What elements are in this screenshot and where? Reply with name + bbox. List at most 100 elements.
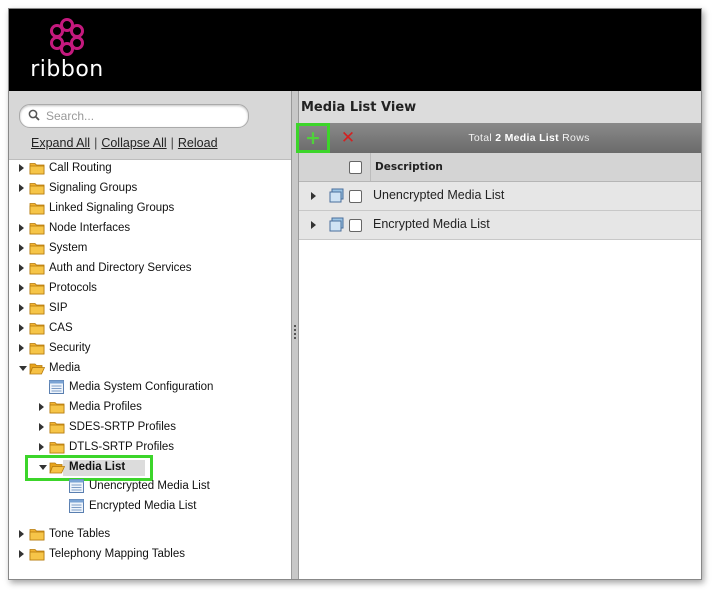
navigation-toolbar: Expand All|Collapse All|Reload [9,91,291,160]
splitter-grip-icon [294,325,296,341]
select-all-checkbox[interactable] [349,161,362,174]
row-checkbox[interactable] [349,219,362,232]
expand-all-link[interactable]: Expand All [31,136,90,150]
expand-arrow-icon[interactable] [19,164,24,172]
open-folder-icon [29,362,46,378]
total-suffix: Rows [562,132,590,144]
folder-icon [29,302,45,318]
expand-arrow-icon[interactable] [19,304,24,312]
expand-arrow-icon[interactable] [19,324,24,332]
tree-item-label: Signaling Groups [49,182,138,194]
folder-icon [29,222,45,238]
tree-item-system[interactable]: System [9,240,291,258]
expand-arrow-icon[interactable] [19,550,24,558]
tree-item-media[interactable]: Media [9,360,291,378]
panel-splitter[interactable] [291,91,299,579]
search-input[interactable] [44,107,244,125]
table-doc-icon [69,479,84,496]
tree-item-label: SIP [49,302,68,314]
tree-item-signaling-groups[interactable]: Signaling Groups [9,180,291,198]
tree-item-label: Node Interfaces [49,222,131,234]
expand-arrow-icon[interactable] [19,284,24,292]
link-separator: | [170,136,174,150]
tree-item-cas[interactable]: CAS [9,320,291,338]
column-header-description[interactable]: Description [375,161,443,173]
tree-item-unencrypted-media-list[interactable]: Unencrypted Media List [9,478,291,496]
tree-item-label: SDES-SRTP Profiles [69,421,176,433]
tree-item-label: CAS [49,322,73,334]
tree-item-node-interfaces[interactable]: Node Interfaces [9,220,291,238]
column-divider [370,153,371,181]
tree-item-label: Encrypted Media List [89,500,197,512]
search-icon [28,109,40,121]
folder-icon [29,162,45,178]
expand-arrow-icon[interactable] [19,244,24,252]
reload-link[interactable]: Reload [178,136,218,150]
tree-item-security[interactable]: Security [9,340,291,358]
expand-arrow-icon[interactable] [39,403,44,411]
folder-icon [29,282,45,298]
row-expand-icon[interactable] [311,192,316,200]
delete-button[interactable]: ✕ [337,127,359,149]
tree-item-label: Auth and Directory Services [49,262,192,274]
tree-item-auth-and-directory-services[interactable]: Auth and Directory Services [9,260,291,278]
tree-item-tone-tables[interactable]: Tone Tables [9,526,291,544]
collapse-all-link[interactable]: Collapse All [101,136,166,150]
tree-item-label: System [49,242,88,254]
folder-icon [29,262,45,278]
tree-item-label: DTLS-SRTP Profiles [69,441,175,453]
collapse-arrow-icon[interactable] [19,366,27,371]
tree-item-sip[interactable]: SIP [9,300,291,318]
expand-arrow-icon[interactable] [39,443,44,451]
folder-icon [49,421,65,437]
ribbon-logo: ribbon [27,17,107,87]
expand-arrow-icon[interactable] [39,423,44,431]
expand-arrow-icon[interactable] [19,224,24,232]
tree-item-media-system-configuration[interactable]: Media System Configuration [9,379,291,397]
tree-item-telephony-mapping-tables[interactable]: Telephony Mapping Tables [9,546,291,564]
grid-toolbar: + ✕ Total 2 Media List Rows [296,123,701,153]
row-expand-icon[interactable] [311,221,316,229]
tree-item-protocols[interactable]: Protocols [9,280,291,298]
tree-item-call-routing[interactable]: Call Routing [9,160,291,178]
expand-arrow-icon[interactable] [19,344,24,352]
add-button[interactable]: + [296,123,330,153]
navigation-tree: Call Routing Signaling Groups Linked Signa… [9,160,291,579]
total-entity: Media List [504,132,559,144]
tree-item-linked-signaling-groups[interactable]: Linked Signaling Groups [9,200,291,218]
navigation-panel: Expand All|Collapse All|Reload Call Rout… [9,91,291,579]
tree-item-label: Unencrypted Media List [89,480,210,492]
table-doc-icon [49,380,64,397]
folder-icon [29,182,45,198]
table-row[interactable]: Unencrypted Media List [299,182,701,211]
expand-arrow-icon[interactable] [19,530,24,538]
page-title: Media List View [301,100,417,115]
tree-item-sdes-srtp-profiles[interactable]: SDES-SRTP Profiles [9,419,291,437]
folder-icon [29,202,45,218]
tree-item-encrypted-media-list[interactable]: Encrypted Media List [9,498,291,516]
tree-links: Expand All | Collapse All | Reload [31,136,218,150]
tree-item-label: Call Routing [49,162,112,174]
logo-text: ribbon [30,57,104,82]
tree-item-media-list[interactable]: Media List [9,455,291,481]
delete-x-icon: ✕ [340,128,356,148]
plus-icon: + [305,127,321,149]
expand-arrow-icon[interactable] [19,264,24,272]
folder-icon [29,548,45,564]
folder-icon [49,401,65,417]
row-description: Encrypted Media List [373,217,490,231]
row-checkbox[interactable] [349,190,362,203]
app-header: ribbon [9,9,701,91]
tree-item-label: Tone Tables [49,528,111,540]
search-box[interactable] [19,104,249,128]
ribbon-logo-mark-icon [50,18,84,56]
expand-arrow-icon[interactable] [19,184,24,192]
table-row[interactable]: Encrypted Media List [299,211,701,240]
tree-item-media-profiles[interactable]: Media Profiles [9,399,291,417]
media-list-row-icon [329,188,344,203]
link-separator: | [94,136,98,150]
tree-item-label: Media Profiles [69,401,142,413]
folder-icon [29,322,45,338]
tree-item-label: Media [49,362,81,374]
tree-item-label: Media System Configuration [69,381,214,393]
